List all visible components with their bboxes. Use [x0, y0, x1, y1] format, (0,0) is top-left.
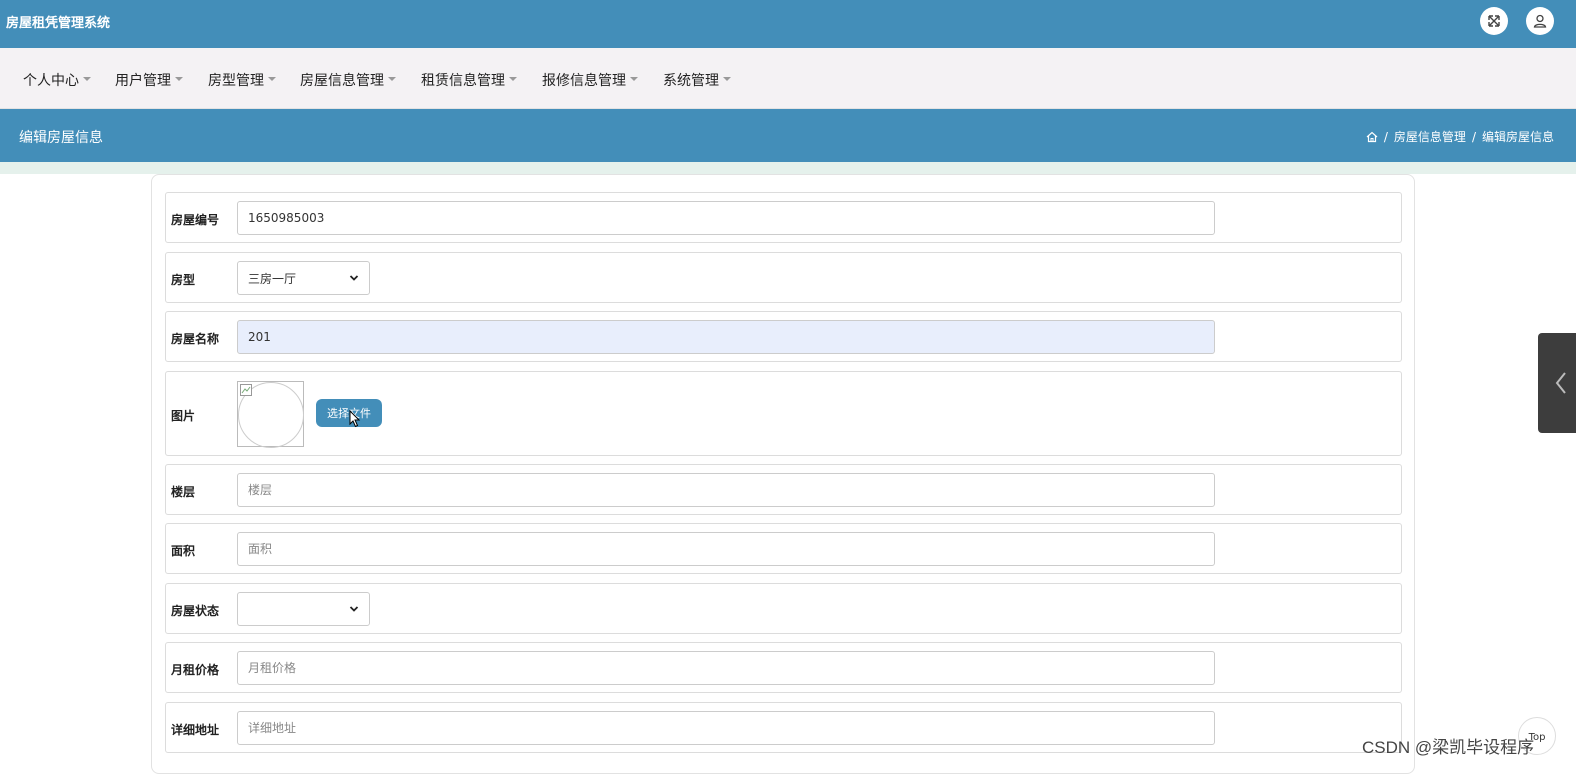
area-input[interactable]: [237, 532, 1215, 566]
nav-item-label: 系统管理: [663, 73, 719, 89]
chevron-down-icon: [349, 275, 359, 281]
nav-item-label: 报修信息管理: [542, 73, 626, 89]
caret-down-icon: [268, 77, 276, 81]
broken-image-icon: [240, 384, 252, 396]
caret-down-icon: [509, 77, 517, 81]
floor-label: 楼层: [171, 485, 196, 499]
breadcrumb: / 房屋信息管理 / 编辑房屋信息: [1366, 128, 1554, 145]
home-icon[interactable]: [1366, 131, 1378, 143]
caret-down-icon: [630, 77, 638, 81]
house-no-input[interactable]: [237, 201, 1215, 235]
form-row-house-type: 房型 三房一厅: [165, 252, 1402, 303]
rent-input[interactable]: [237, 651, 1215, 685]
nav-item-label: 租赁信息管理: [421, 73, 505, 89]
watermark: CSDN @梁凯毕设程序: [1362, 738, 1535, 757]
chevron-left-icon: [1555, 372, 1566, 394]
nav-item-repair-info-management[interactable]: 报修信息管理: [542, 70, 638, 90]
house-name-input[interactable]: [237, 320, 1215, 354]
nav-item-system-management[interactable]: 系统管理: [663, 70, 731, 90]
nav-item-label: 用户管理: [115, 73, 171, 89]
mouse-cursor-icon: [349, 410, 361, 428]
floor-input[interactable]: [237, 473, 1215, 507]
user-icon: [1533, 14, 1547, 28]
nav-item-house-info-management[interactable]: 房屋信息管理: [300, 70, 396, 90]
fullscreen-icon: [1488, 15, 1500, 27]
form-row-image: 图片 选择文件: [165, 371, 1402, 456]
nav-item-personal-center[interactable]: 个人中心: [23, 70, 91, 90]
caret-down-icon: [723, 77, 731, 81]
nav-item-room-type-management[interactable]: 房型管理: [208, 70, 276, 90]
nav-item-label: 房型管理: [208, 73, 264, 89]
address-input[interactable]: [237, 711, 1215, 745]
caret-down-icon: [388, 77, 396, 81]
form-row-house-name: 房屋名称: [165, 311, 1402, 362]
user-button[interactable]: [1526, 7, 1554, 35]
area-label: 面积: [171, 544, 196, 558]
house-type-label: 房型: [171, 273, 196, 287]
page-title-bar: 编辑房屋信息 / 房屋信息管理 / 编辑房屋信息: [0, 109, 1576, 162]
form-row-floor: 楼层: [165, 464, 1402, 515]
breadcrumb-item-house-info[interactable]: 房屋信息管理: [1394, 128, 1466, 145]
form-row-address: 详细地址: [165, 702, 1402, 753]
form-row-house-no: 房屋编号: [165, 192, 1402, 243]
house-no-label: 房屋编号: [171, 213, 220, 227]
form-row-area: 面积: [165, 523, 1402, 574]
form-row-status: 房屋状态: [165, 583, 1402, 634]
app-title: 房屋租凭管理系统: [6, 16, 111, 31]
main-nav: 个人中心 用户管理 房型管理 房屋信息管理 租赁信息管理 报修信息管理 系统管理: [0, 48, 1576, 109]
caret-down-icon: [83, 77, 91, 81]
rent-label: 月租价格: [171, 663, 220, 677]
side-panel-toggle[interactable]: [1538, 333, 1576, 433]
nav-item-label: 个人中心: [23, 73, 79, 89]
status-label: 房屋状态: [171, 604, 220, 618]
breadcrumb-separator: /: [1471, 129, 1476, 144]
address-label: 详细地址: [171, 723, 220, 737]
form-row-rent: 月租价格: [165, 642, 1402, 693]
top-header: 房屋租凭管理系统: [0, 0, 1576, 48]
nav-item-label: 房屋信息管理: [300, 73, 384, 89]
page-title: 编辑房屋信息: [19, 130, 103, 146]
edit-house-form: 房屋编号 房型 三房一厅 房屋名称 图片 选择文件 楼层 面积: [151, 174, 1415, 774]
house-status-select[interactable]: [237, 592, 370, 626]
caret-down-icon: [175, 77, 183, 81]
content-top-band: [0, 162, 1576, 174]
breadcrumb-item-current: 编辑房屋信息: [1481, 130, 1554, 144]
house-name-label: 房屋名称: [171, 332, 220, 346]
fullscreen-button[interactable]: [1480, 7, 1508, 35]
image-label: 图片: [171, 409, 196, 423]
house-type-selected: 三房一厅: [248, 271, 297, 286]
image-preview: [237, 381, 304, 448]
nav-item-rental-info-management[interactable]: 租赁信息管理: [421, 70, 517, 90]
house-type-select[interactable]: 三房一厅: [237, 261, 370, 295]
nav-item-user-management[interactable]: 用户管理: [115, 70, 183, 90]
chevron-down-icon: [349, 606, 359, 612]
breadcrumb-separator: /: [1383, 129, 1388, 144]
